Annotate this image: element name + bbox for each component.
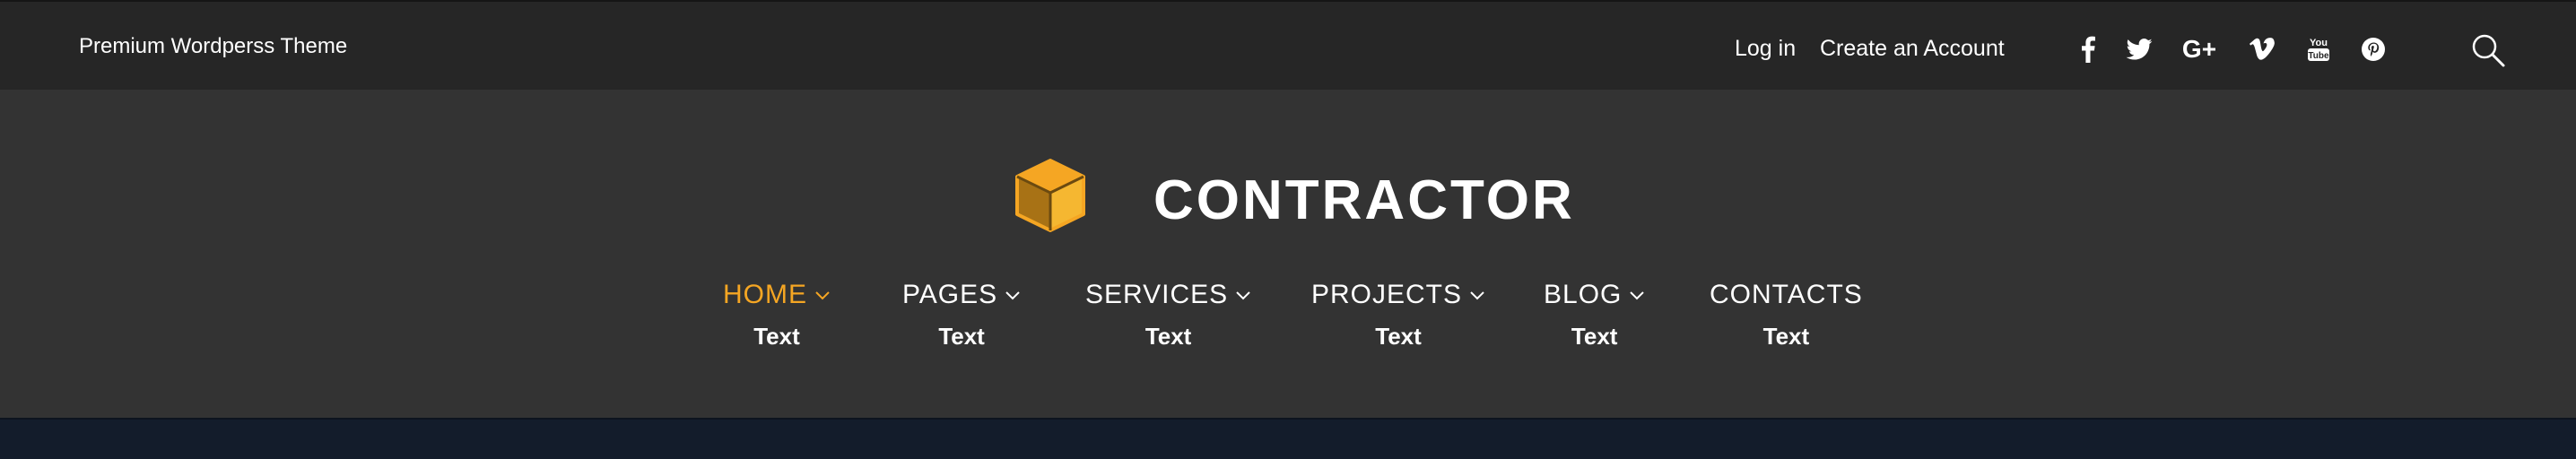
- top-bar: Premium Wordperss Theme Log in Create an…: [0, 0, 2576, 90]
- nav-item-label: CONTACTS: [1710, 280, 1863, 309]
- nav-item-pages[interactable]: PAGES Text: [902, 280, 1021, 351]
- vimeo-icon[interactable]: [2244, 31, 2280, 67]
- nav-item-sublabel: Text: [1571, 323, 1618, 350]
- chevron-down-icon: [1236, 291, 1250, 300]
- site-header: CONTRACTOR HOME Text PAGES Text SERVICES…: [0, 90, 2576, 418]
- nav-item-home[interactable]: HOME Text: [723, 280, 831, 351]
- nav-item-services[interactable]: SERVICES Text: [1085, 280, 1251, 351]
- nav-item-label: PAGES: [902, 280, 1021, 310]
- nav-item-blog[interactable]: BLOG Text: [1544, 280, 1645, 351]
- nav-item-sublabel: Text: [938, 323, 985, 350]
- facebook-icon[interactable]: [2070, 31, 2106, 67]
- nav-item-projects[interactable]: PROJECTS Text: [1311, 280, 1485, 351]
- twitter-icon[interactable]: [2121, 31, 2157, 67]
- create-account-link[interactable]: Create an Account: [1820, 36, 2005, 62]
- nav-item-label: BLOG: [1544, 280, 1645, 310]
- cube-icon: [1015, 159, 1085, 232]
- nav-item-sublabel: Text: [753, 323, 800, 350]
- login-link[interactable]: Log in: [1735, 36, 1796, 62]
- nav-item-contacts[interactable]: CONTACTS Text: [1710, 280, 1863, 351]
- google-plus-icon[interactable]: G+: [2181, 31, 2217, 67]
- svg-text:Tube: Tube: [2308, 51, 2329, 61]
- chevron-down-icon: [1005, 291, 1020, 300]
- chevron-down-icon: [1470, 291, 1484, 300]
- nav-item-sublabel: Text: [1762, 323, 1810, 350]
- svg-text:You: You: [2310, 38, 2328, 48]
- youtube-icon[interactable]: You Tube: [2301, 31, 2337, 67]
- search-icon[interactable]: [2470, 32, 2506, 68]
- nav-item-label: HOME: [723, 280, 831, 310]
- site-tagline: Premium Wordperss Theme: [79, 34, 348, 58]
- nav-item-label: SERVICES: [1085, 280, 1251, 310]
- chevron-down-icon: [1630, 291, 1645, 300]
- nav-item-sublabel: Text: [1144, 323, 1192, 350]
- nav-item-sublabel: Text: [1375, 323, 1422, 350]
- site-logo-text[interactable]: CONTRACTOR: [1153, 169, 1575, 232]
- pinterest-icon[interactable]: [2355, 31, 2391, 67]
- chevron-down-icon: [815, 291, 830, 300]
- hero-section: [0, 418, 2576, 459]
- nav-item-label: PROJECTS: [1311, 280, 1485, 310]
